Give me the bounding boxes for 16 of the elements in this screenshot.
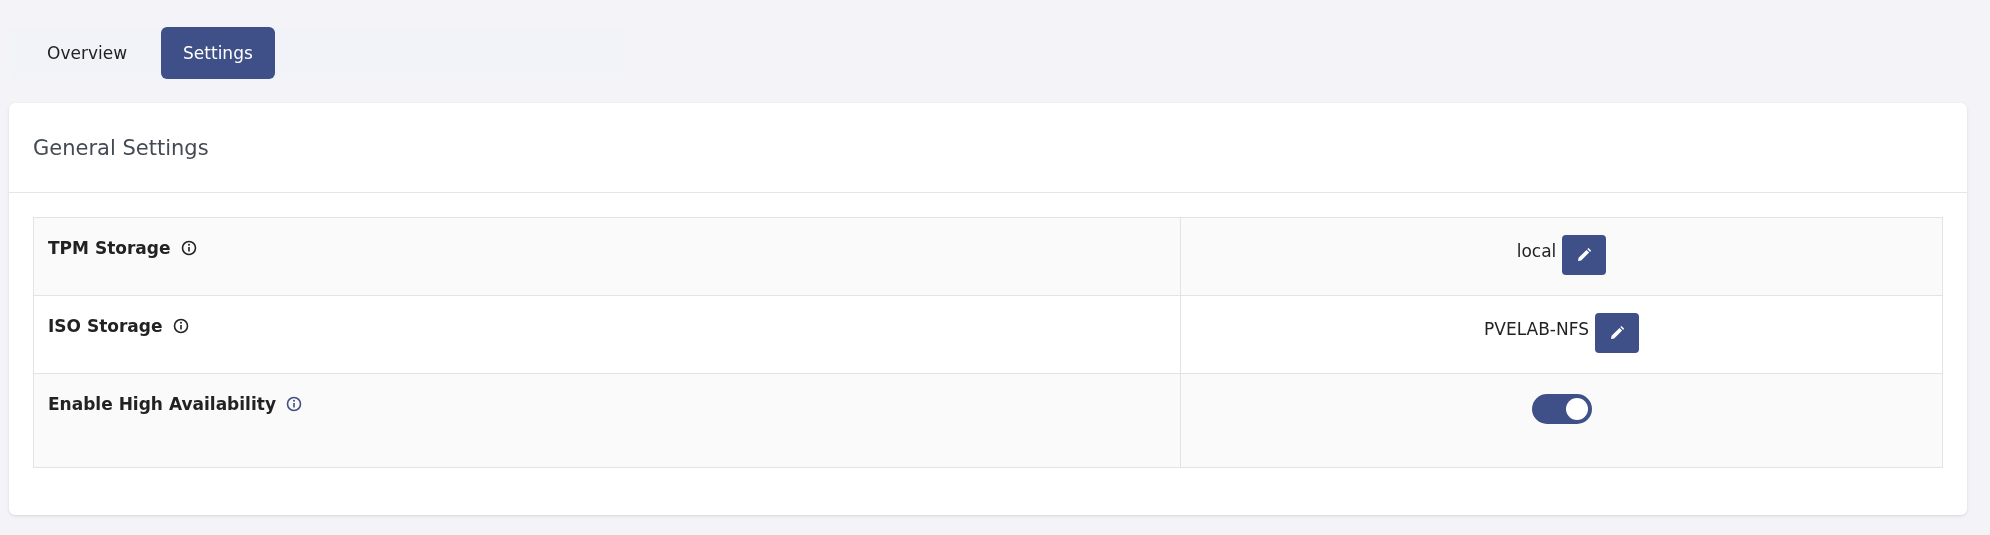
edit-button[interactable] (1594, 313, 1639, 353)
info-icon[interactable] (285, 396, 302, 412)
tab[interactable]: Overview (25, 27, 150, 79)
edit-button[interactable] (1562, 235, 1607, 275)
info-icon[interactable] (180, 240, 197, 256)
tab[interactable]: Settings (161, 27, 275, 79)
setting-label: ISO Storage (48, 316, 163, 336)
setting-label: Enable High Availability (48, 394, 276, 414)
setting-value: PVELAB-NFS (1484, 319, 1589, 339)
card-title: General Settings (33, 135, 209, 160)
pencil-icon (1609, 326, 1624, 340)
setting-value: local (1516, 241, 1557, 261)
info-icon[interactable] (172, 318, 189, 334)
setting-label: TPM Storage (48, 238, 171, 258)
toggle-switch[interactable] (1531, 394, 1592, 424)
pencil-icon (1577, 248, 1592, 262)
